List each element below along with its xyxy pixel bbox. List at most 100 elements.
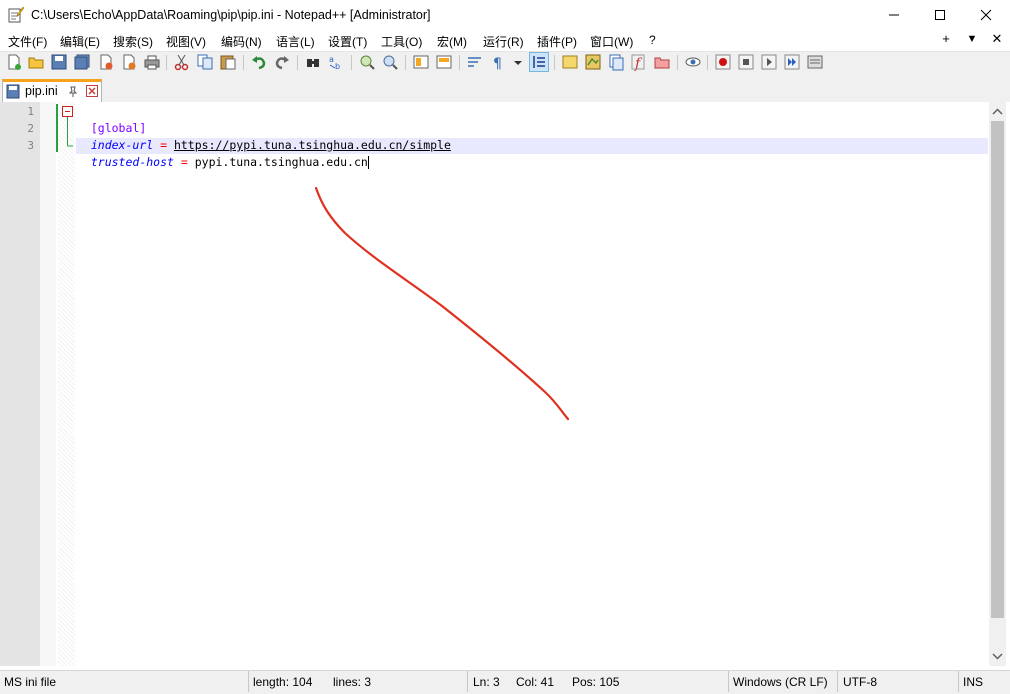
menu-view[interactable]: 视图(V): [166, 33, 206, 50]
ini-equals: =: [173, 155, 195, 169]
menu-search[interactable]: 搜索(S): [113, 33, 153, 50]
close-document-button[interactable]: ✕: [989, 31, 1005, 49]
menu-edit[interactable]: 编辑(E): [60, 33, 100, 50]
close-button[interactable]: [963, 0, 1009, 30]
code-line-2[interactable]: index-url = https://pypi.tuna.tsinghua.e…: [77, 121, 451, 152]
menu-settings[interactable]: 设置(T): [328, 33, 367, 50]
minimize-icon: [889, 14, 899, 16]
ini-value: pypi.tuna.tsinghua.edu.cn: [194, 155, 368, 169]
function-list-icon[interactable]: [607, 53, 625, 71]
svg-text:¶: ¶: [493, 56, 502, 71]
line-number: 2: [27, 122, 34, 135]
vertical-scrollbar[interactable]: [989, 102, 1006, 666]
menu-help[interactable]: ?: [649, 33, 656, 47]
menu-language[interactable]: 语言(L): [276, 33, 315, 50]
fold-marker-icon[interactable]: [62, 106, 73, 152]
scroll-thumb[interactable]: [991, 121, 1004, 618]
title-bar: C:\Users\Echo\AppData\Roaming\pip\pip.in…: [0, 0, 1010, 30]
toolbar-separator: [351, 55, 352, 70]
status-lines: lines: 3: [333, 675, 372, 689]
replace-icon[interactable]: ab: [327, 53, 345, 71]
menu-run[interactable]: 运行(R): [483, 33, 524, 50]
menu-tools[interactable]: 工具(O): [381, 33, 422, 50]
menu-file[interactable]: 文件(F): [8, 33, 47, 50]
document-map-icon[interactable]: [584, 53, 602, 71]
maximize-button[interactable]: [917, 0, 963, 30]
sync-vertical-icon[interactable]: [412, 53, 430, 71]
menu-encoding[interactable]: 编码(N): [221, 33, 262, 50]
show-chars-dropdown-icon[interactable]: [511, 53, 525, 71]
ini-key: trusted-host: [90, 155, 174, 169]
sync-horizontal-icon[interactable]: [435, 53, 453, 71]
status-length: length: 104: [253, 675, 313, 689]
scroll-down-icon[interactable]: [992, 652, 1003, 660]
redo-icon[interactable]: [273, 53, 291, 71]
save-all-icon[interactable]: [73, 53, 91, 71]
bookmark-margin[interactable]: [40, 102, 56, 666]
undo-icon[interactable]: [250, 53, 268, 71]
maximize-icon: [935, 10, 945, 20]
zoom-in-icon[interactable]: [358, 53, 376, 71]
toolbar-separator: [405, 55, 406, 70]
print-icon[interactable]: [143, 53, 161, 71]
svg-text:a: a: [329, 55, 334, 64]
new-tab-button[interactable]: +: [938, 31, 954, 49]
stop-macro-icon[interactable]: [737, 53, 755, 71]
toolbar-separator: [554, 55, 555, 70]
indent-guide-icon[interactable]: [529, 52, 549, 72]
close-all-icon[interactable]: [120, 53, 138, 71]
tab-pip-ini[interactable]: pip.ini: [2, 79, 102, 102]
word-wrap-icon[interactable]: [466, 53, 484, 71]
record-macro-icon[interactable]: [714, 53, 732, 71]
monitoring-icon[interactable]: [684, 53, 702, 71]
status-encoding[interactable]: UTF-8: [843, 675, 877, 689]
line-number: 1: [27, 105, 34, 118]
status-line: Ln: 3: [473, 675, 500, 689]
saved-file-icon: [6, 84, 20, 99]
copy-icon[interactable]: [196, 53, 214, 71]
editor-area[interactable]: [0, 102, 1010, 667]
line-number-gutter: [0, 102, 40, 666]
close-icon: [980, 9, 992, 21]
run-macro-multiple-icon[interactable]: [783, 53, 801, 71]
close-icon[interactable]: [97, 53, 115, 71]
code-line-1[interactable]: [global]: [77, 104, 146, 135]
notepad-plus-plus-icon: [8, 6, 24, 23]
save-macro-icon[interactable]: [806, 53, 824, 71]
status-separator: [837, 671, 838, 692]
tab-strip: [0, 76, 1010, 103]
menu-macro[interactable]: 宏(M): [437, 33, 467, 50]
fold-margin[interactable]: [58, 102, 75, 666]
toolbar-separator: [459, 55, 460, 70]
paste-icon[interactable]: [219, 53, 237, 71]
menu-window[interactable]: 窗口(W): [590, 33, 633, 50]
folder-icon[interactable]: [653, 53, 671, 71]
open-file-icon[interactable]: [27, 53, 45, 71]
status-column: Col: 41: [516, 675, 555, 689]
show-all-chars-icon[interactable]: ¶: [489, 53, 507, 71]
status-file-type: MS ini file: [4, 675, 57, 689]
menu-plugins[interactable]: 插件(P): [537, 33, 577, 50]
text-cursor: [367, 156, 369, 169]
scroll-up-icon[interactable]: [992, 108, 1003, 116]
status-position: Pos: 105: [572, 675, 620, 689]
cut-icon[interactable]: [173, 53, 191, 71]
minimize-button[interactable]: [871, 0, 917, 30]
play-macro-icon[interactable]: [760, 53, 778, 71]
tab-list-button[interactable]: ▼: [964, 33, 980, 51]
svg-text:b: b: [335, 62, 340, 71]
user-language-icon[interactable]: [561, 53, 579, 71]
save-icon[interactable]: [50, 53, 68, 71]
new-file-icon[interactable]: [5, 53, 23, 71]
status-eol[interactable]: Windows (CR LF): [733, 675, 828, 689]
folder-as-workspace-icon[interactable]: f: [630, 53, 648, 71]
zoom-out-icon[interactable]: [381, 53, 399, 71]
find-icon[interactable]: [304, 53, 322, 71]
window-title: C:\Users\Echo\AppData\Roaming\pip\pip.in…: [31, 8, 431, 22]
toolbar-separator: [677, 55, 678, 70]
close-tab-icon[interactable]: [86, 85, 98, 97]
status-insert-mode[interactable]: INS: [963, 675, 983, 689]
toolbar-separator: [243, 55, 244, 70]
pin-icon[interactable]: [67, 86, 79, 98]
code-line-3[interactable]: trusted-host = pypi.tuna.tsinghua.edu.cn: [77, 138, 369, 169]
